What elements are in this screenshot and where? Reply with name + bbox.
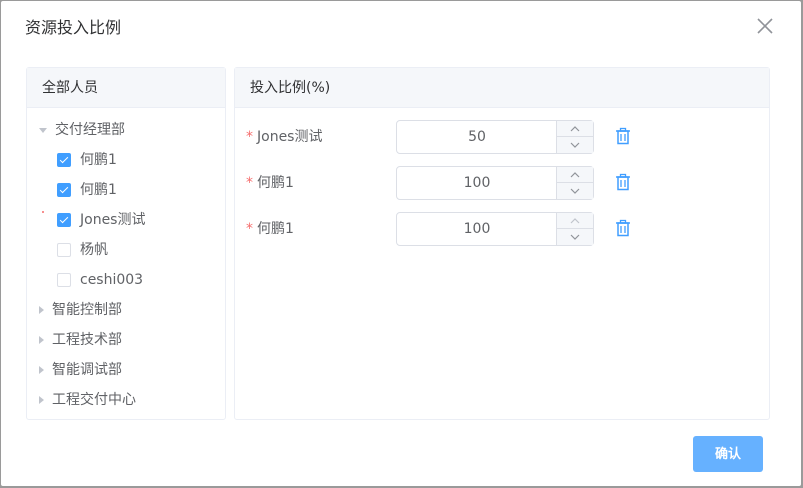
tree-group-row[interactable]: 工程技术部 bbox=[39, 328, 122, 352]
tree-member-row[interactable]: 杨帆 bbox=[57, 238, 108, 262]
decrease-button[interactable] bbox=[557, 229, 593, 245]
member-name: ceshi003 bbox=[80, 272, 144, 288]
required-star: * bbox=[246, 129, 253, 145]
ratio-form-panel: 投入比例(%) * Jones测试 50 * 何鹏1 100 * 何鹏1 100 bbox=[234, 67, 770, 420]
member-name: 何鹏1 bbox=[80, 152, 117, 168]
member-checkbox[interactable] bbox=[57, 243, 71, 257]
chevron-up-icon bbox=[570, 218, 580, 224]
tree-group-row[interactable]: 智能控制部 bbox=[39, 298, 122, 322]
ratio-row-label: * 何鹏1 bbox=[246, 171, 294, 195]
chevron-down-icon bbox=[570, 142, 580, 148]
dialog-title: 资源投入比例 bbox=[25, 18, 122, 37]
required-star: * bbox=[246, 175, 253, 191]
member-checkbox[interactable] bbox=[57, 213, 71, 227]
tree-group-label: 智能控制部 bbox=[52, 302, 122, 318]
stepper-controls bbox=[556, 121, 593, 153]
caret-right-icon[interactable] bbox=[39, 396, 44, 404]
decrease-button[interactable] bbox=[557, 137, 593, 153]
increase-button[interactable] bbox=[557, 167, 593, 183]
caret-right-icon[interactable] bbox=[39, 306, 44, 314]
resource-ratio-dialog: 资源投入比例 全部人员 交付经理部 何鹏1 何鹏1 Jones测试 杨帆 ces… bbox=[1, 1, 801, 486]
trash-icon[interactable] bbox=[614, 173, 632, 191]
chevron-down-icon bbox=[570, 234, 580, 240]
member-name: 何鹏1 bbox=[80, 182, 117, 198]
member-checkbox[interactable] bbox=[57, 183, 71, 197]
tree-group-row[interactable]: 智能调试部 bbox=[39, 358, 122, 382]
member-name: Jones测试 bbox=[80, 212, 146, 228]
personnel-tree-header: 全部人员 bbox=[27, 68, 225, 108]
confirm-button[interactable]: 确认 bbox=[693, 436, 763, 472]
ratio-row-name: 何鹏1 bbox=[257, 221, 294, 237]
personnel-tree-panel: 全部人员 交付经理部 何鹏1 何鹏1 Jones测试 杨帆 ceshi003 智… bbox=[26, 67, 226, 420]
ratio-input-value[interactable]: 100 bbox=[397, 213, 557, 245]
ratio-input-value[interactable]: 100 bbox=[397, 167, 557, 199]
trash-icon[interactable] bbox=[614, 127, 632, 145]
tree-group-label: 工程交付中心 bbox=[52, 392, 136, 408]
increase-button[interactable] bbox=[557, 121, 593, 137]
required-dot bbox=[42, 211, 44, 213]
tree-group-delivery[interactable]: 交付经理部 bbox=[39, 118, 125, 142]
ratio-input-value[interactable]: 50 bbox=[397, 121, 557, 153]
ratio-input-number[interactable]: 100 bbox=[396, 166, 594, 200]
stepper-controls bbox=[556, 213, 593, 245]
member-checkbox[interactable] bbox=[57, 273, 71, 287]
ratio-row-label: * Jones测试 bbox=[246, 125, 322, 149]
ratio-row-name: 何鹏1 bbox=[257, 175, 294, 191]
member-name: 杨帆 bbox=[80, 242, 108, 258]
tree-member-row[interactable]: 何鹏1 bbox=[57, 148, 117, 172]
stepper-controls bbox=[556, 167, 593, 199]
ratio-form-header: 投入比例(%) bbox=[235, 68, 769, 108]
trash-icon[interactable] bbox=[614, 219, 632, 237]
tree-member-row[interactable]: ceshi003 bbox=[57, 268, 143, 292]
chevron-down-icon bbox=[570, 188, 580, 194]
close-icon[interactable] bbox=[755, 16, 775, 36]
caret-right-icon[interactable] bbox=[39, 336, 44, 344]
ratio-input-number[interactable]: 100 bbox=[396, 212, 594, 246]
caret-right-icon[interactable] bbox=[39, 366, 44, 374]
tree-group-label: 工程技术部 bbox=[52, 332, 122, 348]
ratio-row-name: Jones测试 bbox=[257, 129, 323, 145]
caret-down-icon[interactable] bbox=[39, 127, 47, 133]
ratio-row-label: * 何鹏1 bbox=[246, 217, 294, 241]
decrease-button[interactable] bbox=[557, 183, 593, 199]
tree-group-row[interactable]: 工程交付中心 bbox=[39, 388, 136, 412]
chevron-up-icon bbox=[570, 126, 580, 132]
increase-button[interactable] bbox=[557, 213, 593, 229]
tree-member-row[interactable]: Jones测试 bbox=[57, 208, 145, 232]
tree-group-label: 智能调试部 bbox=[52, 362, 122, 378]
tree-group-label: 交付经理部 bbox=[55, 122, 125, 138]
tree-member-row[interactable]: 何鹏1 bbox=[57, 178, 117, 202]
member-checkbox[interactable] bbox=[57, 153, 71, 167]
required-star: * bbox=[246, 221, 253, 237]
ratio-input-number[interactable]: 50 bbox=[396, 120, 594, 154]
chevron-up-icon bbox=[570, 172, 580, 178]
